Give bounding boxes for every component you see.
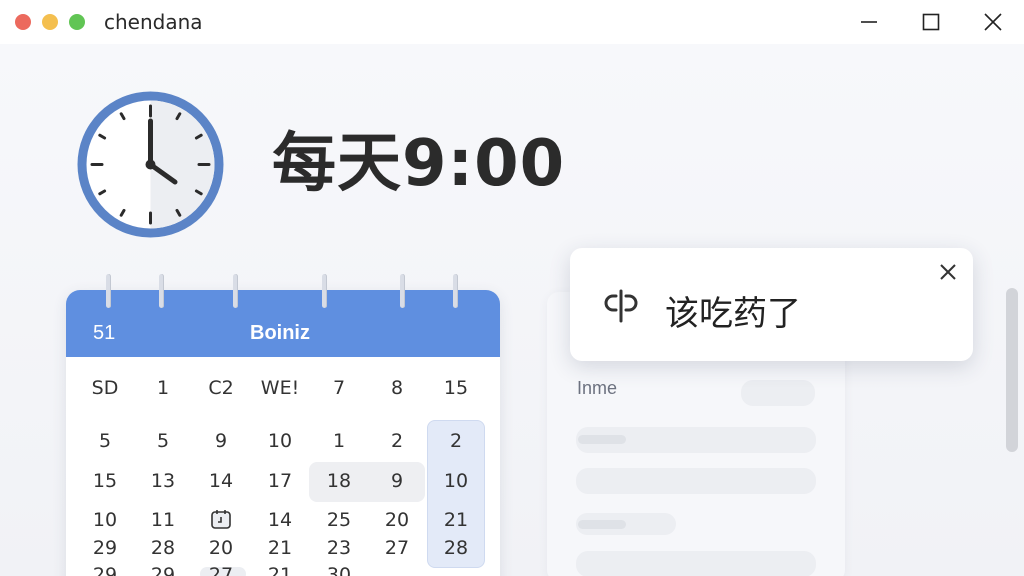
minimize-button[interactable] [838, 0, 900, 44]
panel-line [578, 435, 626, 444]
calendar-day[interactable]: 1 [310, 430, 368, 452]
title-bar: chendana [0, 0, 1024, 44]
scrollbar[interactable] [1006, 288, 1018, 452]
panel-field[interactable] [741, 380, 815, 406]
notification-close-icon[interactable] [936, 260, 960, 284]
calendar-month-title: Boiniz [250, 322, 310, 344]
panel-line [578, 520, 626, 529]
calendar-day[interactable]: 13 [134, 470, 192, 492]
weekday-label: 8 [390, 377, 404, 399]
calendar-day[interactable]: 17 [251, 470, 309, 492]
calendar: 51 Boiniz SD 1 C2 WE! 7 8 15 5 5 9 10 1 2 2 15 13 14 17 18… [66, 290, 500, 576]
close-icon [984, 13, 1002, 31]
calendar-day[interactable]: 14 [192, 470, 250, 492]
calendar-day[interactable]: 30 [310, 564, 368, 576]
calendar-day[interactable]: 27 [192, 564, 250, 576]
weekday-label: WE! [260, 377, 300, 399]
window-title: chendana [104, 10, 203, 34]
schedule-time: 每天9:00 [272, 127, 566, 201]
calendar-day[interactable]: 20 [192, 537, 250, 559]
panel-slider[interactable] [576, 551, 816, 576]
traffic-lights [15, 14, 85, 30]
calendar-day[interactable]: 10 [251, 430, 309, 452]
calendar-day[interactable]: 21 [251, 537, 309, 559]
weekday-label: C2 [208, 377, 234, 399]
close-button[interactable] [962, 0, 1024, 44]
window-controls [838, 0, 1024, 44]
calendar-day[interactable]: 2 [368, 430, 426, 452]
zoom-dot[interactable] [69, 14, 85, 30]
calendar-day[interactable]: 23 [310, 537, 368, 559]
calendar-day[interactable]: 15 [76, 470, 134, 492]
calendar-day[interactable]: 9 [368, 470, 426, 492]
calendar-day[interactable]: 28 [427, 537, 485, 559]
calendar-day[interactable]: 9 [192, 430, 250, 452]
calendar-day[interactable]: 5 [134, 430, 192, 452]
weekday-label: SD [91, 377, 119, 399]
minimize-dot[interactable] [42, 14, 58, 30]
weekday-label: 7 [332, 377, 346, 399]
calendar-day[interactable]: 5 [76, 430, 134, 452]
calendar-day[interactable]: 20 [368, 509, 426, 531]
notification-card[interactable]: 该吃药了 [570, 248, 973, 361]
panel-label: Inme [577, 378, 618, 398]
maximize-button[interactable] [900, 0, 962, 44]
calendar-day[interactable]: 21 [427, 509, 485, 531]
link-icon [604, 289, 638, 323]
notification-message: 该吃药了 [665, 294, 801, 334]
calendar-rings [66, 274, 500, 314]
calendar-day[interactable]: 29 [134, 564, 192, 576]
panel-slider[interactable] [576, 468, 816, 494]
calendar-day[interactable]: 10 [427, 470, 485, 492]
calendar-day[interactable]: 29 [76, 537, 134, 559]
calendar-day[interactable]: 14 [251, 509, 309, 531]
minimize-icon [861, 21, 877, 23]
calendar-day[interactable]: 27 [368, 537, 426, 559]
clock-icon [77, 91, 224, 238]
weekday-label: 1 [156, 377, 170, 399]
calendar-header-left: 51 [93, 322, 116, 344]
calendar-day[interactable]: 29 [76, 564, 134, 576]
maximize-icon [922, 13, 940, 31]
weekday-label: 15 [443, 377, 469, 399]
calendar-day[interactable]: 10 [76, 509, 134, 531]
calendar-day[interactable]: 2 [427, 430, 485, 452]
calendar-day[interactable]: 21 [251, 564, 309, 576]
calendar-day[interactable]: 25 [310, 509, 368, 531]
calendar-event-icon[interactable] [210, 508, 232, 530]
close-dot[interactable] [15, 14, 31, 30]
calendar-day[interactable]: 18 [310, 470, 368, 492]
calendar-day[interactable]: 11 [134, 509, 192, 531]
calendar-day[interactable]: 28 [134, 537, 192, 559]
